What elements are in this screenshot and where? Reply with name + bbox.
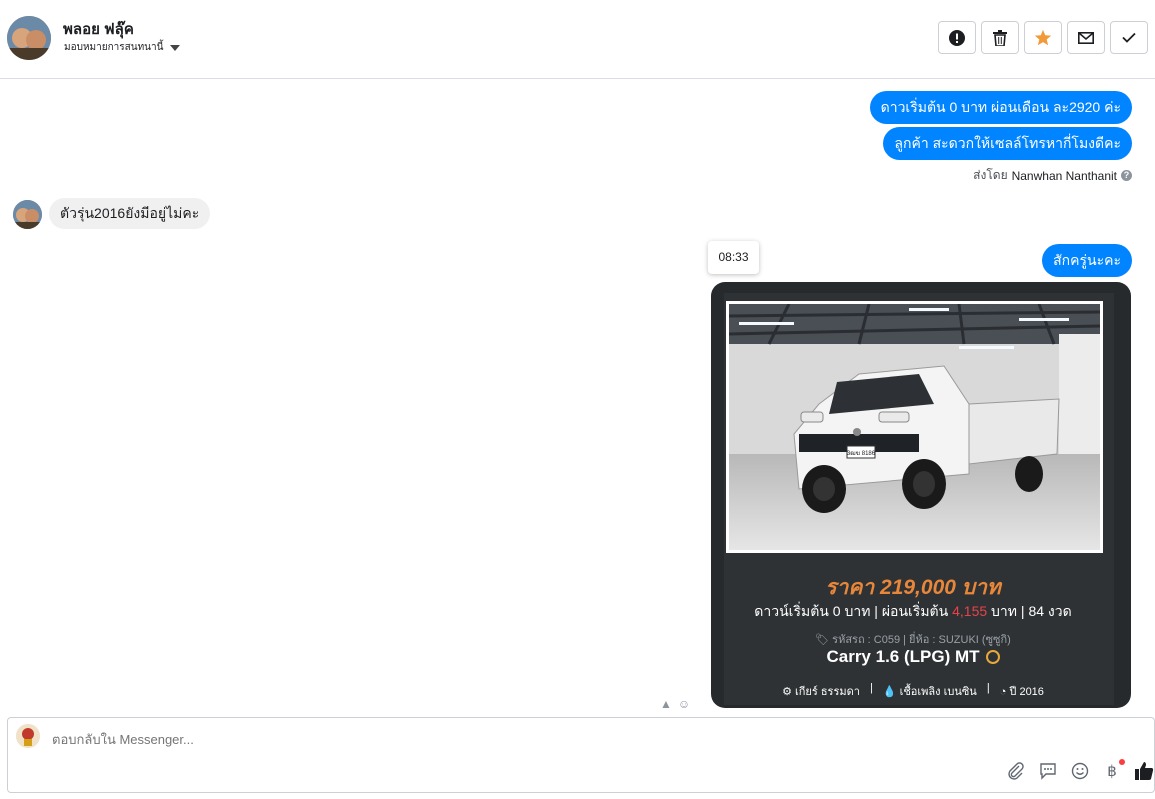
car-listing-image[interactable]: 3ฒฆ 8186 ราคา 219,000 บาท ดาวน์เริ่มต้น … [711,282,1131,708]
installment-prefix: ดาวน์เริ่มต้น 0 บาท | ผ่อนเริ่มต้น [754,603,949,619]
page-avatar [16,724,40,748]
listing-specs: ⚙ เกียร์ ธรรมดา | 💧 เชื้อเพลิง เบนซิน | … [724,682,1102,700]
saved-replies-button[interactable] [1038,761,1058,781]
sent-by-line: ส่งโดย Nanwhan Nanthanit ? [973,166,1132,185]
share-icon[interactable]: ▲ [660,697,672,708]
alert-icon [949,29,965,46]
speedometer-icon: ◔ [999,686,1007,698]
attach-button[interactable] [1006,761,1026,781]
car-listing-card: 3ฒฆ 8186 ราคา 219,000 บาท ดาวน์เริ่มต้น … [724,293,1114,705]
mark-spam-button[interactable] [938,21,976,54]
reply-input[interactable] [52,732,652,747]
listing-meta-text: รหัสรถ : C059 | ยี่ห้อ : SUZUKI (ซูซูกิ) [832,634,1011,646]
reply-composer: ฿ [7,717,1155,793]
installment-info: ดาวน์เริ่มต้น 0 บาท | ผ่อนเริ่มต้น 4,155… [724,601,1102,623]
contact-avatar[interactable] [7,16,51,60]
paperclip-icon [1008,762,1024,780]
car-photo: 3ฒฆ 8186 [726,301,1103,553]
composer-tools: ฿ [1006,759,1154,781]
message-outgoing[interactable]: ดาวเริ่มต้น 0 บาท ผ่อนเดือน ละ2920 ค่ะ [869,91,1132,124]
mark-unread-button[interactable] [1067,21,1105,54]
fuel-drop-icon: 💧 [882,686,897,698]
like-button[interactable] [1134,761,1154,781]
timestamp-tooltip: 08:33 [708,241,759,274]
conversation-header: พลอย ฟลุ๊ค มอบหมายการสนทนานี้ [0,0,1155,79]
spec-divider: | [986,682,990,694]
gear-icon: ⚙ [782,686,792,698]
message-outgoing[interactable]: สักครู่นะคะ [1042,244,1132,277]
message-actions: ▲ ☺ [660,697,690,708]
installment-suffix: บาท | 84 งวด [991,603,1072,619]
chat-bubble-icon [1040,763,1056,780]
installment-amount: 4,155 [952,603,988,619]
star-button[interactable] [1024,21,1062,54]
listing-meta: 🏷 รหัสรถ : C059 | ยี่ห้อ : SUZUKI (ซูซูก… [724,630,1102,648]
delete-button[interactable] [981,21,1019,54]
assign-label: มอบหมายการสนทนานี้ [64,42,164,53]
caret-down-icon [170,44,181,51]
assign-conversation-dropdown[interactable]: มอบหมายการสนทนานี้ [64,40,181,55]
check-icon [1122,32,1136,43]
message-incoming[interactable]: ตัวรุ่น2016ยังมีอยู่ไม่คะ [49,198,211,229]
smiley-icon [1071,762,1089,780]
spec-fuel: 💧 เชื้อเพลิง เบนซิน [882,686,977,698]
emoji-button[interactable] [1070,761,1090,781]
star-icon [1034,29,1052,46]
emoji-react-icon[interactable]: ☺ [678,697,690,708]
model-name: Carry 1.6 (LPG) MT [826,647,980,666]
tag-icon: 🏷 [815,634,830,646]
message-thread[interactable]: ดาวเริ่มต้น 0 บาท ผ่อนเดือน ละ2920 ค่ะ ล… [0,80,1155,708]
notification-dot [1119,759,1125,765]
contact-name[interactable]: พลอย ฟลุ๊ค [63,17,134,41]
spec-gear: ⚙ เกียร์ ธรรมดา [782,686,860,698]
sent-by-label: ส่งโดย [973,168,1008,182]
listing-model: Carry 1.6 (LPG) MT [724,647,1102,667]
payment-button[interactable]: ฿ [1102,759,1125,781]
contact-avatar-small [13,200,42,229]
baht-icon: ฿ [1107,763,1117,780]
verified-icon [985,650,1000,664]
thumbs-up-icon [1135,762,1154,780]
envelope-icon [1078,31,1094,44]
spec-year: ◔ ปี 2016 [999,686,1044,698]
help-icon[interactable]: ? [1121,170,1132,181]
sent-by-name: Nanwhan Nanthanit [1011,168,1117,183]
trash-icon [993,29,1007,46]
conversation-toolbar [938,21,1148,54]
listing-price: ราคา 219,000 บาท [825,576,1001,599]
mark-done-button[interactable] [1110,21,1148,54]
message-outgoing[interactable]: ลูกค้า สะดวกให้เซลล์โทรหากี่โมงดีคะ [883,127,1132,160]
license-plate: 3ฒฆ 8186 [847,450,876,457]
spec-divider: | [869,682,873,694]
